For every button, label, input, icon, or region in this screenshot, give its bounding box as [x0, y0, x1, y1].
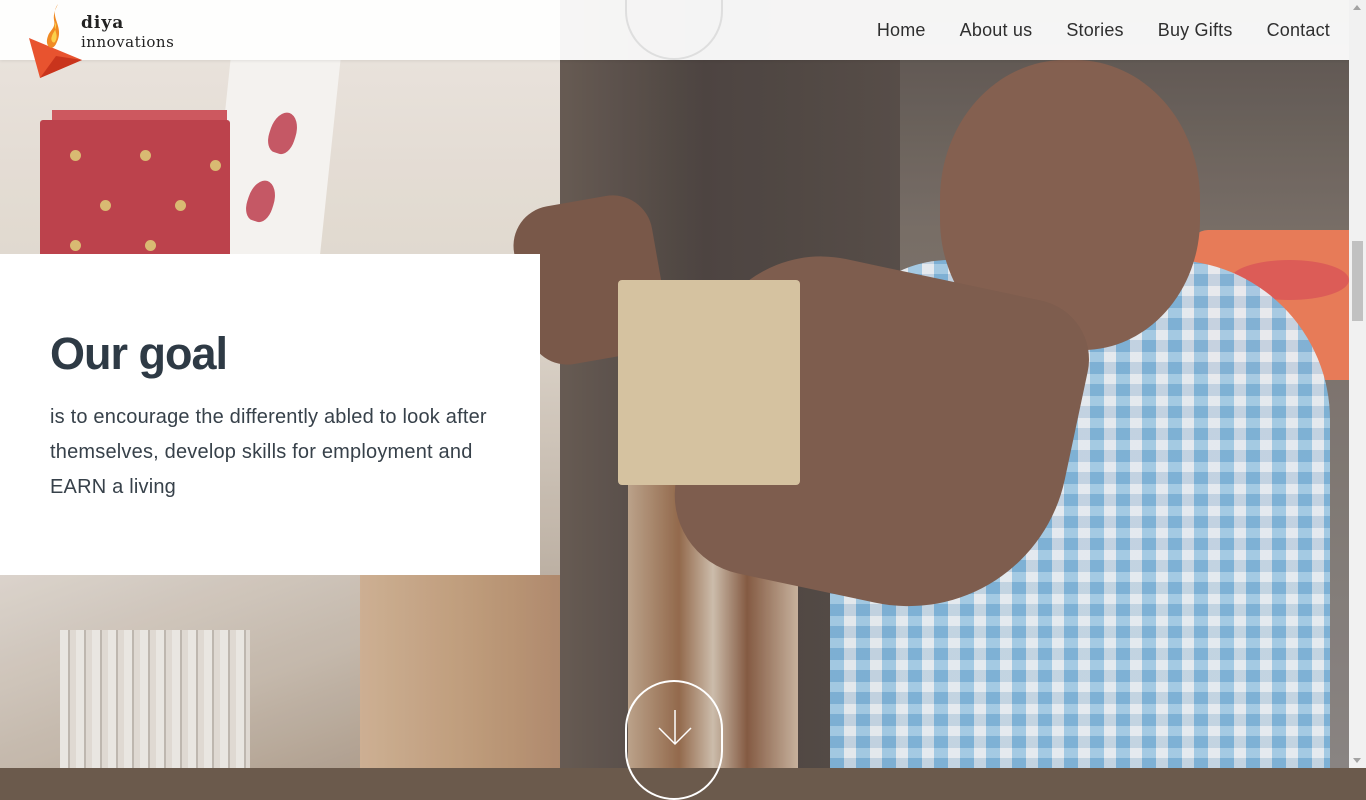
- main-navigation: Home About us Stories Buy Gifts Contact: [843, 20, 1330, 41]
- nav-buy-gifts[interactable]: Buy Gifts: [1158, 20, 1233, 41]
- scroll-down-button[interactable]: [625, 680, 723, 800]
- scroll-up-arrow-icon[interactable]: [1353, 5, 1361, 10]
- page-scrollbar[interactable]: [1349, 0, 1366, 768]
- arrow-down-icon: [658, 710, 692, 746]
- scroll-down-arrow-icon[interactable]: [1353, 758, 1361, 763]
- brand-name-line2: innovations: [81, 33, 175, 51]
- nav-contact[interactable]: Contact: [1267, 20, 1330, 41]
- brand-name-line1: diya: [81, 13, 125, 33]
- nav-home[interactable]: Home: [877, 20, 926, 41]
- goal-description: is to encourage the differently abled to…: [50, 406, 487, 498]
- diya-flame-icon: [29, 4, 82, 78]
- nav-about-us[interactable]: About us: [960, 20, 1033, 41]
- brand-logo[interactable]: diya innovations: [26, 0, 186, 80]
- goal-title: Our goal: [50, 328, 228, 379]
- scrollbar-thumb[interactable]: [1352, 241, 1363, 321]
- nav-stories[interactable]: Stories: [1066, 20, 1123, 41]
